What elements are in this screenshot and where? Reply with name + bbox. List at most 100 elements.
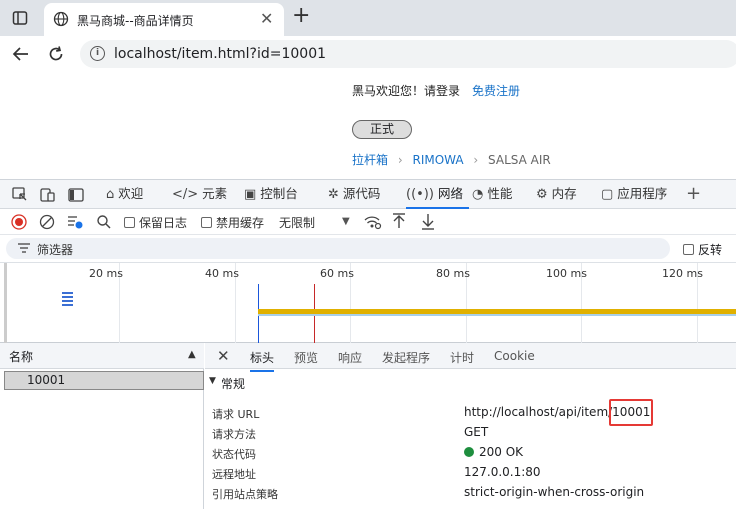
devtools-tab-console[interactable]: ▣ 控制台 [244, 180, 298, 209]
address-row: i localhost/item.html?id=10001 [0, 36, 736, 72]
devtools-tab-label: 性能 [487, 186, 513, 201]
close-tab-icon[interactable]: ✕ [260, 9, 273, 28]
devtools-tab-label: 源代码 [342, 186, 381, 201]
filter-clear-icon[interactable] [67, 214, 83, 230]
expand-arrow-icon[interactable]: ▼ [209, 376, 216, 386]
gear-icon: ⚙ [536, 187, 548, 202]
address-bar[interactable]: i localhost/item.html?id=10001 [80, 40, 736, 68]
dock-side-icon[interactable] [68, 187, 84, 203]
register-link[interactable]: 免费注册 [472, 82, 520, 99]
back-arrow-icon[interactable] [12, 46, 30, 62]
devtools-tab-network[interactable]: ((•)) 网络 [406, 180, 469, 209]
timeline-left-handle[interactable] [4, 263, 7, 343]
highlight-annotation-box [609, 399, 653, 426]
welcome-login-link[interactable]: 黑马欢迎您！请登录 [352, 82, 460, 99]
checkbox-box[interactable] [124, 217, 135, 228]
referrer-policy-key: 引用站点策略 [212, 488, 278, 501]
new-tab-button[interactable]: + [292, 3, 310, 29]
timeline-tick-label: 40 ms [205, 267, 239, 280]
tab-response[interactable]: 响应 [338, 349, 362, 366]
browser-tab-active[interactable]: 黑马商城--商品详情页 ✕ [44, 3, 284, 36]
request-method-value: GET [464, 425, 489, 439]
devtools-tab-welcome[interactable]: ⌂ 欢迎 [106, 180, 143, 209]
zhengshi-badge[interactable]: 正式 [352, 120, 412, 139]
app-icon: ▢ [601, 187, 614, 202]
tab-timing[interactable]: 计时 [450, 349, 474, 366]
clear-icon[interactable] [39, 214, 55, 230]
import-har-icon[interactable] [392, 213, 406, 230]
devtools-tab-label: 欢迎 [118, 186, 144, 201]
checkbox-box[interactable] [683, 244, 694, 255]
remote-address-key: 远程地址 [212, 468, 256, 481]
devtools-tab-performance[interactable]: ◔ 性能 [472, 180, 512, 209]
devtools-tab-application[interactable]: ▢ 应用程序 [601, 180, 667, 209]
request-waterfall-download [258, 314, 736, 316]
throttling-select[interactable]: 无限制 [279, 214, 315, 231]
inspect-element-icon[interactable] [12, 187, 28, 203]
web-page: 黑马欢迎您！请登录 免费注册 正式 拉杆箱 › RIMOWA › SALSA A… [0, 72, 736, 180]
devtools-tab-strip: ⌂ 欢迎 </> 元素 ▣ 控制台 ✲ 源代码 ((•)) 网络 ◔ 性能 ⚙ 内存 ▢ 应用程… [0, 180, 736, 209]
devtools-tab-elements[interactable]: </> 元素 [172, 180, 227, 209]
gauge-icon: ◔ [472, 187, 484, 202]
disable-cache-label: 禁用缓存 [216, 216, 265, 230]
disable-cache-checkbox[interactable]: 禁用缓存 [201, 214, 264, 231]
reload-icon[interactable] [47, 45, 65, 63]
invert-checkbox[interactable]: 反转 [683, 241, 722, 258]
url-text[interactable]: localhost/item.html?id=10001 [114, 46, 326, 62]
filter-placeholder: 筛选器 [37, 243, 74, 257]
chevron-down-icon[interactable]: ▼ [342, 216, 350, 227]
breadcrumb-item-luggage[interactable]: 拉杆箱 [352, 153, 388, 167]
filter-icon [18, 243, 30, 253]
device-toggle-icon[interactable] [40, 187, 56, 203]
devtools-tab-label: 元素 [202, 186, 228, 201]
tab-cookies[interactable]: Cookie [494, 349, 535, 363]
network-timeline-overview[interactable]: 20 ms 40 ms 60 ms 80 ms 100 ms 120 ms [0, 262, 736, 343]
close-details-icon[interactable]: ✕ [217, 347, 230, 365]
request-method-key: 请求方法 [212, 428, 256, 441]
globe-icon [53, 11, 69, 27]
general-section-header[interactable]: ▼ 常规 [205, 372, 736, 394]
request-name: 10001 [27, 373, 66, 387]
timeline-tick-label: 60 ms [320, 267, 354, 280]
record-icon[interactable] [11, 214, 27, 230]
browser-tab-bar: 黑马商城--商品详情页 ✕ + [0, 0, 736, 36]
site-info-icon[interactable]: i [90, 46, 105, 61]
request-url-key: 请求 URL [212, 408, 260, 421]
devtools-tab-memory[interactable]: ⚙ 内存 [536, 180, 577, 209]
name-column-header[interactable]: 名称 ▲ [0, 343, 204, 369]
invert-label: 反转 [698, 243, 723, 257]
tab-initiator[interactable]: 发起程序 [382, 349, 430, 366]
timeline-tick-label: 20 ms [89, 267, 123, 280]
request-list: 名称 ▲ 10001 [0, 343, 204, 509]
general-title: 常规 [221, 377, 246, 391]
network-toolbar: 保留日志 禁用缓存 无限制 ▼ [0, 209, 736, 235]
preserve-log-checkbox[interactable]: 保留日志 [124, 214, 187, 231]
search-icon[interactable] [96, 214, 112, 230]
wifi-icon: ((•)) [406, 187, 434, 202]
filter-input[interactable]: 筛选器 [6, 238, 670, 259]
name-header-label: 名称 [9, 350, 34, 364]
timeline-early-requests [62, 292, 73, 308]
code-icon: </> [172, 187, 199, 202]
status-code-value: 200 OK [479, 445, 524, 459]
devtools-tab-sources[interactable]: ✲ 源代码 [328, 180, 380, 209]
breadcrumb-item-salsa-air: SALSA AIR [488, 153, 551, 167]
sidebar-toggle-icon[interactable] [12, 10, 28, 26]
tab-headers[interactable]: 标头 [250, 349, 275, 372]
timeline-tick-label: 100 ms [546, 267, 587, 280]
breadcrumb-item-rimowa[interactable]: RIMOWA [412, 153, 463, 167]
sort-asc-icon[interactable]: ▲ [188, 349, 196, 360]
timeline-tick-label: 80 ms [436, 267, 470, 280]
status-code-row: 200 OK [464, 445, 523, 459]
network-conditions-icon[interactable] [364, 214, 382, 230]
remote-address-value: 127.0.0.1:80 [464, 465, 541, 479]
request-row[interactable]: 10001 [4, 371, 204, 390]
export-har-icon[interactable] [421, 213, 435, 230]
devtools-tab-label: 控制台 [260, 186, 298, 201]
more-tools-plus-icon[interactable]: + [686, 180, 701, 209]
breadcrumb: 拉杆箱 › RIMOWA › SALSA AIR [352, 151, 557, 168]
bug-icon: ✲ [328, 187, 339, 202]
checkbox-box[interactable] [201, 217, 212, 228]
tab-preview[interactable]: 预览 [294, 349, 318, 366]
devtools-tab-label: 网络 [437, 186, 463, 201]
